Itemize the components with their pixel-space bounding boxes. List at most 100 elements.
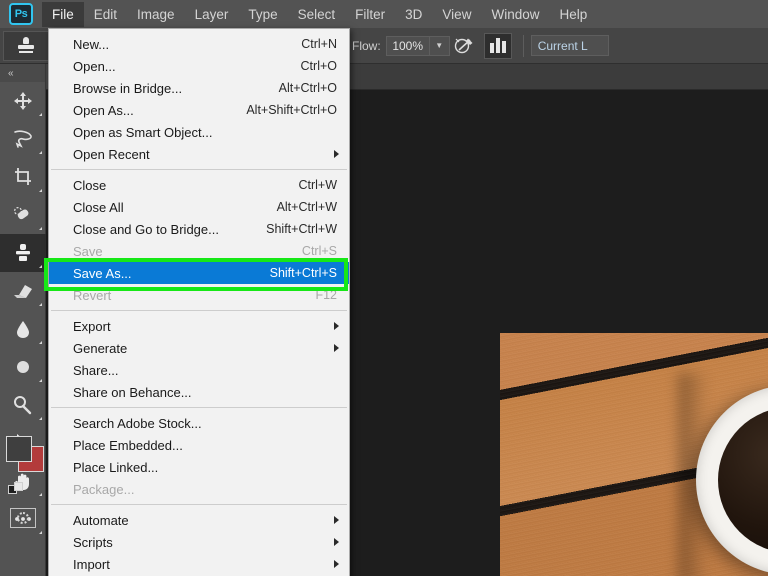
- menu-filter[interactable]: Filter: [345, 2, 395, 27]
- menu-item-place-linked[interactable]: Place Linked...: [49, 456, 349, 478]
- menu-item-label: Browse in Bridge...: [73, 81, 263, 96]
- move-tool[interactable]: [0, 82, 46, 120]
- color-swatches[interactable]: [6, 436, 44, 474]
- menu-item-shortcut: Alt+Shift+Ctrl+O: [246, 103, 337, 117]
- menu-image[interactable]: Image: [127, 2, 185, 27]
- menu-item-shortcut: Ctrl+S: [302, 244, 337, 258]
- menu-item-open-recent[interactable]: Open Recent: [49, 143, 349, 165]
- menu-item-open[interactable]: Open... Ctrl+O: [49, 55, 349, 77]
- menu-item-label: Close All: [73, 200, 261, 215]
- menu-item-share[interactable]: Share...: [49, 359, 349, 381]
- menu-item-save: Save Ctrl+S: [49, 240, 349, 262]
- menu-item-automate[interactable]: Automate: [49, 509, 349, 531]
- flow-chevron-down-icon[interactable]: ▼: [430, 36, 450, 56]
- airbrush-icon[interactable]: [452, 34, 478, 58]
- double-chevron-left-icon[interactable]: «: [0, 64, 45, 82]
- menu-item-close-and-go-to-bridge[interactable]: Close and Go to Bridge... Shift+Ctrl+W: [49, 218, 349, 240]
- menu-view[interactable]: View: [432, 2, 481, 27]
- menu-item-export[interactable]: Export: [49, 315, 349, 337]
- menu-item-share-on-behance[interactable]: Share on Behance...: [49, 381, 349, 403]
- clone-stamp-icon[interactable]: [3, 31, 49, 61]
- menu-item-new[interactable]: New... Ctrl+N: [49, 33, 349, 55]
- menu-item-label: Share...: [73, 363, 337, 378]
- sample-select[interactable]: Current L: [531, 35, 609, 56]
- menu-item-label: Share on Behance...: [73, 385, 337, 400]
- blur-tool[interactable]: [0, 348, 46, 386]
- lasso-tool[interactable]: [0, 120, 46, 158]
- quick-mask-icon[interactable]: [10, 508, 36, 528]
- divider: [523, 35, 524, 57]
- menu-item-shortcut: Shift+Ctrl+W: [266, 222, 337, 236]
- menu-separator: [51, 169, 347, 170]
- menu-item-search-adobe-stock[interactable]: Search Adobe Stock...: [49, 412, 349, 434]
- menu-item-open-as[interactable]: Open As... Alt+Shift+Ctrl+O: [49, 99, 349, 121]
- submenu-arrow-icon: [334, 560, 339, 568]
- menu-item-label: Export: [73, 319, 337, 334]
- menu-3d[interactable]: 3D: [395, 2, 432, 27]
- menu-item-shortcut: F12: [315, 288, 337, 302]
- menu-item-label: Revert: [73, 288, 299, 303]
- menu-item-label: Place Linked...: [73, 460, 337, 475]
- menu-item-label: Open...: [73, 59, 285, 74]
- menu-item-close[interactable]: CloseCtrl+W: [49, 174, 349, 196]
- menu-item-browse-in-bridge[interactable]: Browse in Bridge... Alt+Ctrl+O: [49, 77, 349, 99]
- menu-item-shortcut: Ctrl+N: [301, 37, 337, 51]
- menu-item-label: Save As...: [73, 266, 254, 281]
- tablet-pressure-icon[interactable]: [484, 33, 512, 59]
- menu-item-close-all[interactable]: Close All Alt+Ctrl+W: [49, 196, 349, 218]
- menu-item-label: Scripts: [73, 535, 337, 550]
- submenu-arrow-icon: [334, 150, 339, 158]
- menu-item-label: New...: [73, 37, 285, 52]
- menu-item-save-as[interactable]: Save As... Shift+Ctrl+S: [49, 262, 349, 284]
- file-menu-dropdown[interactable]: New... Ctrl+N Open... Ctrl+O Browse in Bridg…: [48, 28, 350, 576]
- menu-bar-items: FileEditImageLayerTypeSelectFilter3DView…: [42, 2, 597, 27]
- menu-item-shortcut: Shift+Ctrl+S: [270, 266, 337, 280]
- menu-item-label: Automate: [73, 513, 337, 528]
- menu-item-label: Save: [73, 244, 286, 259]
- menu-item-shortcut: Ctrl+W: [298, 178, 337, 192]
- gradient-tool[interactable]: [0, 310, 46, 348]
- menu-item-place-embedded[interactable]: Place Embedded...: [49, 434, 349, 456]
- menu-layer[interactable]: Layer: [185, 2, 239, 27]
- menu-item-shortcut: Alt+Ctrl+O: [279, 81, 337, 95]
- submenu-arrow-icon: [334, 344, 339, 352]
- menu-item-scripts[interactable]: Scripts: [49, 531, 349, 553]
- menu-item-generate[interactable]: Generate: [49, 337, 349, 359]
- menu-item-shortcut: Alt+Ctrl+W: [277, 200, 337, 214]
- menu-item-import[interactable]: Import: [49, 553, 349, 575]
- submenu-arrow-icon: [334, 538, 339, 546]
- menu-item-label: Search Adobe Stock...: [73, 416, 337, 431]
- menu-separator: [51, 407, 347, 408]
- crop-tool[interactable]: [0, 158, 46, 196]
- menu-item-label: Import: [73, 557, 337, 572]
- photoshop-logo-icon: Ps: [9, 3, 33, 25]
- menu-bar: Ps FileEditImageLayerTypeSelectFilter3DV…: [0, 0, 768, 28]
- menu-item-revert: Revert F12: [49, 284, 349, 306]
- clone-stamp-tool[interactable]: [0, 234, 46, 272]
- submenu-arrow-icon: [334, 322, 339, 330]
- flow-input[interactable]: 100%: [386, 36, 430, 56]
- foreground-color-swatch[interactable]: [6, 436, 32, 462]
- eraser-tool[interactable]: [0, 272, 46, 310]
- flow-label: Flow:: [352, 39, 381, 53]
- menu-item-label: Open Recent: [73, 147, 337, 162]
- menu-item-label: Open As...: [73, 103, 230, 118]
- submenu-arrow-icon: [334, 516, 339, 524]
- menu-item-open-as-smart-object[interactable]: Open as Smart Object...: [49, 121, 349, 143]
- menu-edit[interactable]: Edit: [84, 2, 127, 27]
- menu-item-package: Package...: [49, 478, 349, 500]
- menu-type[interactable]: Type: [238, 2, 287, 27]
- default-colors-icon[interactable]: [8, 482, 26, 498]
- menu-select[interactable]: Select: [288, 2, 346, 27]
- menu-item-label: Package...: [73, 482, 337, 497]
- dodge-tool[interactable]: [0, 386, 46, 424]
- healing-brush-tool[interactable]: [0, 196, 46, 234]
- menu-item-label: Generate: [73, 341, 337, 356]
- menu-item-label: Open as Smart Object...: [73, 125, 337, 140]
- photoshop-window: Ps FileEditImageLayerTypeSelectFilter3DV…: [0, 0, 768, 576]
- menu-help[interactable]: Help: [549, 2, 597, 27]
- menu-file[interactable]: File: [42, 2, 84, 27]
- menu-window[interactable]: Window: [481, 2, 549, 27]
- menu-item-label: Close and Go to Bridge...: [73, 222, 250, 237]
- menu-item-shortcut: Ctrl+O: [301, 59, 337, 73]
